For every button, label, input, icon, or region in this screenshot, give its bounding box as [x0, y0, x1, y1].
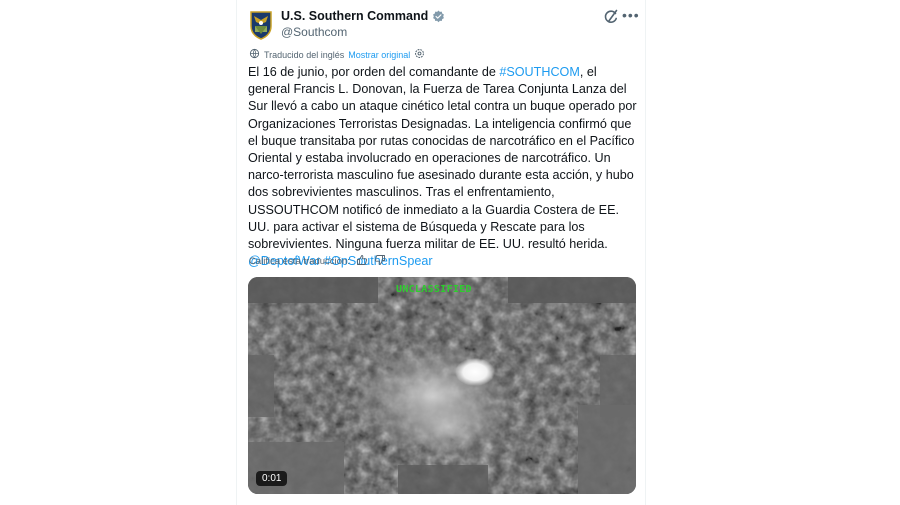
post-text-segment: El 16 de junio, por orden del comandante…	[248, 65, 500, 79]
thumbs-up-icon[interactable]	[356, 254, 368, 269]
account-handle[interactable]: @Southcom	[281, 25, 347, 39]
display-name[interactable]: U.S. Southern Command	[281, 9, 428, 23]
post-text: El 16 de junio, por orden del comandante…	[248, 64, 640, 270]
rate-translation-row: Califica esta traducción:	[249, 254, 386, 269]
account-name-row[interactable]: U.S. Southern Command	[281, 9, 445, 23]
thumbs-down-icon[interactable]	[374, 254, 386, 269]
translate-icon	[249, 48, 260, 61]
rate-translation-label: Califica esta traducción:	[249, 256, 350, 267]
strike-footage-frame	[248, 277, 636, 494]
more-options-icon[interactable]: •••	[622, 8, 640, 22]
video-player[interactable]: UNCLASSIFIED 0:01	[248, 277, 636, 494]
classification-label: UNCLASSIFIED	[396, 284, 472, 295]
southcom-seal-icon[interactable]	[249, 10, 273, 40]
translation-settings-icon[interactable]	[414, 48, 425, 61]
translated-from-label: Traducido del inglés	[264, 49, 345, 60]
video-timecode: 0:01	[256, 471, 288, 486]
hashtag-southcom-link[interactable]: #SOUTHCOM	[499, 65, 579, 79]
post-text-segment: , el general Francis L. Donovan, la Fuer…	[248, 65, 637, 252]
translation-row: Traducido del inglés Mostrar original	[249, 48, 425, 61]
show-original-link[interactable]: Mostrar original	[348, 50, 410, 60]
verified-badge-icon	[432, 10, 445, 23]
grok-icon[interactable]	[603, 9, 619, 25]
